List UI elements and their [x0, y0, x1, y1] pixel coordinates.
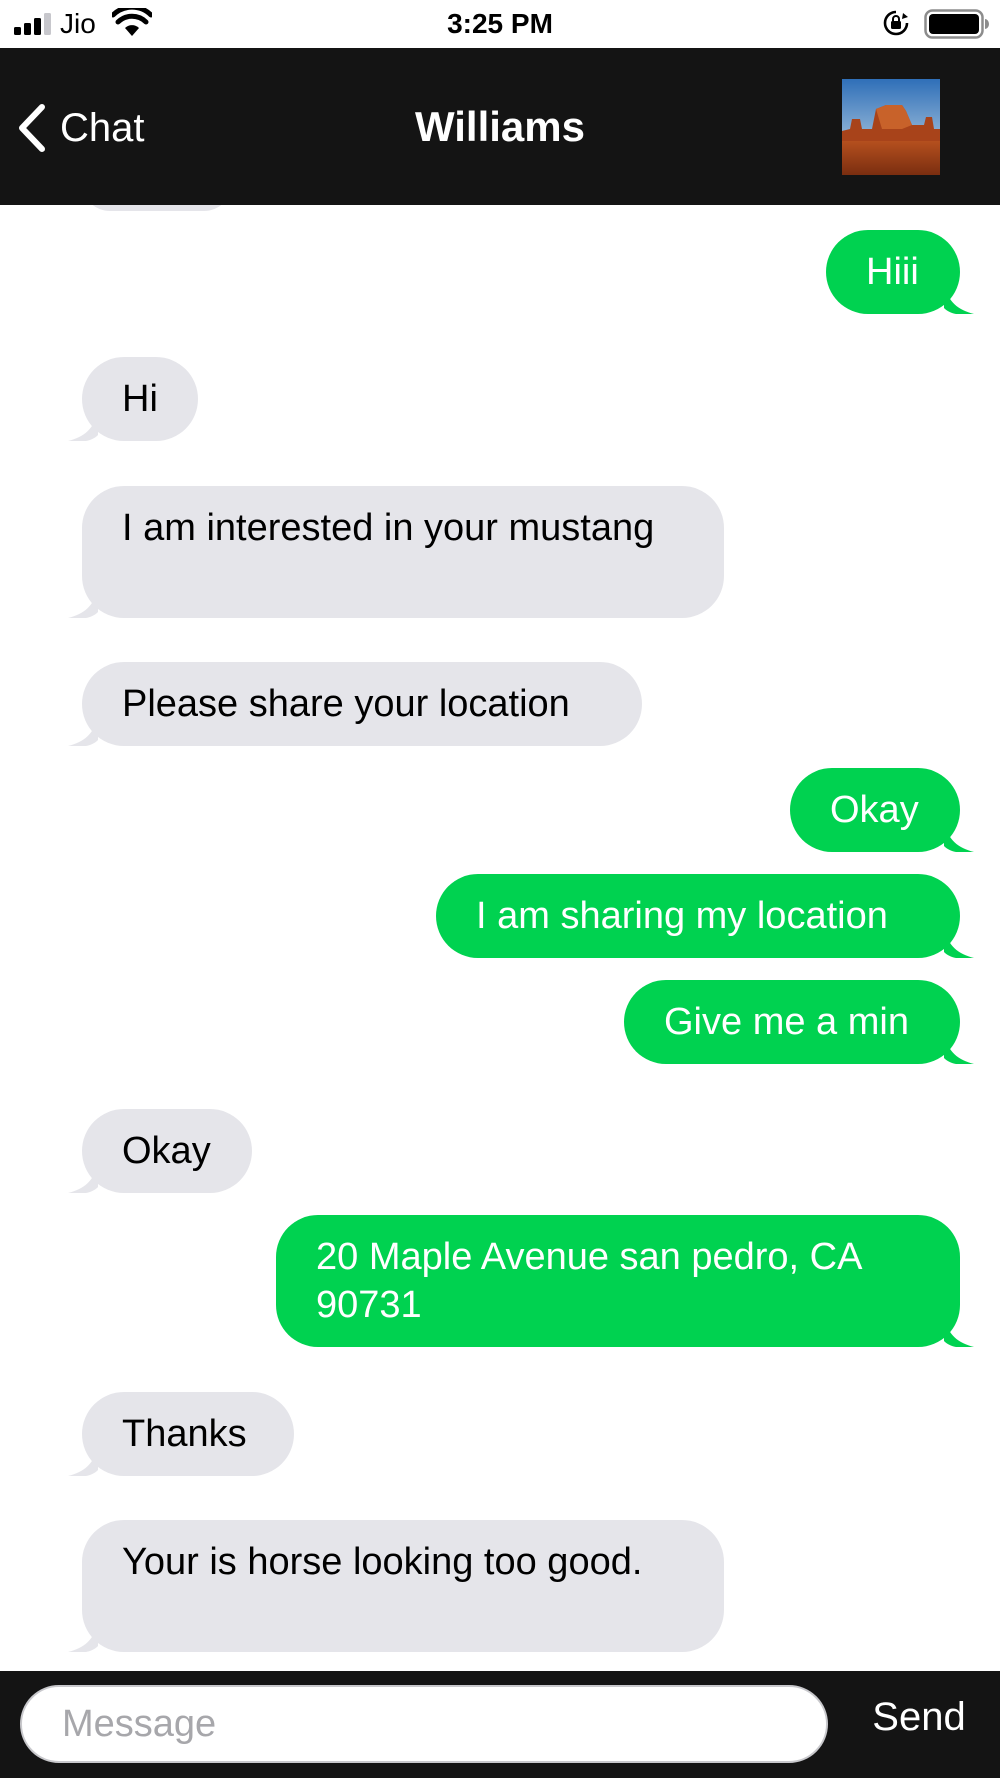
message-composer: Send	[0, 1671, 1000, 1778]
message-text: 20 Maple Avenue san pedro, CA 90731	[316, 1236, 861, 1326]
message-bubble-incoming[interactable]: I am interested in your mustang	[68, 486, 724, 618]
bubble-tail	[68, 1163, 98, 1193]
message-bubble-incoming[interactable]: Okay	[68, 1109, 252, 1193]
bubble-tail	[68, 1446, 98, 1476]
message-text: Your is horse looking too good.	[122, 1541, 643, 1583]
back-button[interactable]: Chat	[16, 98, 145, 158]
message-text: Okay	[122, 1130, 211, 1172]
message-text: I am sharing my location	[476, 895, 888, 937]
message-bubble-outgoing[interactable]: Okay	[790, 768, 974, 852]
rotation-lock-icon	[883, 10, 909, 36]
message-text: Hi	[122, 378, 158, 420]
bubble-tail	[68, 1622, 98, 1652]
bubble-tail	[68, 716, 98, 746]
message-text: Hiii	[866, 251, 919, 293]
bubble-tail	[944, 822, 974, 852]
status-bar: Jio 3:25 PM	[0, 0, 1000, 48]
send-button[interactable]: Send	[854, 1695, 984, 1740]
message-bubble-incoming[interactable]: Hi	[68, 357, 198, 441]
bubble-tail	[68, 588, 98, 618]
message-bubble-incoming[interactable]: Please share your location	[68, 662, 642, 746]
back-label: Chat	[60, 105, 145, 150]
message-bubble-outgoing[interactable]: I am sharing my location	[436, 874, 974, 958]
bubble-tail	[944, 1034, 974, 1064]
message-bubble-outgoing[interactable]: 20 Maple Avenue san pedro, CA 90731	[276, 1215, 974, 1347]
message-bubble-outgoing[interactable]: Give me a min	[624, 980, 974, 1064]
message-list[interactable]: Hiii Hi I am interested in your mustang …	[0, 205, 1000, 1670]
message-input[interactable]	[20, 1685, 828, 1763]
message-bubble-outgoing[interactable]: Hiii	[826, 230, 974, 314]
bubble-tail	[68, 411, 98, 441]
message-text: Okay	[830, 789, 919, 831]
message-text: I am interested in your mustang	[122, 507, 655, 549]
message-text: Give me a min	[664, 1001, 909, 1043]
navigation-bar: Chat Williams	[0, 48, 1000, 205]
message-bubble-incoming[interactable]: Thanks	[68, 1392, 294, 1476]
bubble-tail	[944, 1317, 974, 1347]
message-bubble-incoming[interactable]: Your is horse looking too good.	[68, 1520, 724, 1652]
chevron-left-icon	[19, 104, 45, 152]
desert-landscape-icon	[842, 79, 940, 175]
message-text: Please share your location	[122, 683, 570, 725]
message-text: Thanks	[122, 1413, 247, 1455]
battery-icon	[924, 9, 989, 39]
bubble-tail	[944, 928, 974, 958]
partially-visible-message	[82, 205, 232, 211]
status-time: 3:25 PM	[447, 8, 553, 39]
bubble-tail	[944, 284, 974, 314]
contact-avatar[interactable]	[842, 79, 940, 175]
